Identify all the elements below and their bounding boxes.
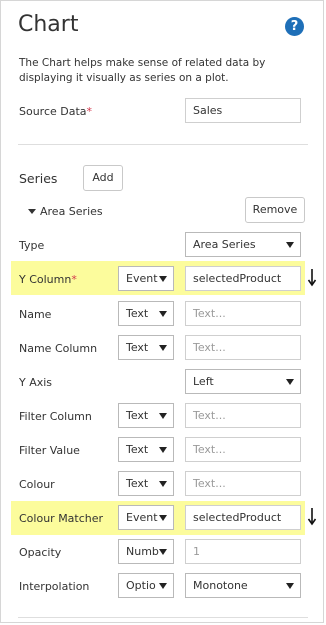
caret-down-icon [159, 276, 167, 282]
type-select[interactable]: Area Series [185, 232, 301, 257]
name-column-mode-value: Text [126, 341, 149, 354]
caret-down-icon [159, 549, 167, 555]
colour-matcher-input[interactable]: selectedProduct [185, 505, 301, 530]
panel-title: Chart [18, 12, 79, 37]
colour-input[interactable]: Text... [185, 471, 301, 496]
arrow-down-icon[interactable] [307, 507, 317, 527]
name-column-mode-select[interactable]: Text [118, 335, 174, 360]
opacity-mode-select[interactable]: Numb [118, 539, 174, 564]
triangle-down-icon[interactable] [28, 209, 36, 214]
area-series-toggle[interactable]: Area Series [40, 205, 103, 218]
divider [18, 617, 308, 618]
name-mode-value: Text [126, 307, 149, 320]
interpolation-mode-select[interactable]: Optio [118, 573, 174, 598]
source-data-input[interactable]: Sales [185, 98, 301, 123]
name-mode-select[interactable]: Text [118, 301, 174, 326]
remove-series-button[interactable]: Remove [245, 197, 305, 223]
colour-label: Colour [19, 478, 55, 491]
opacity-mode-value: Numb [126, 545, 159, 558]
filter-column-mode-value: Text [126, 409, 149, 422]
y-column-mode-select[interactable]: Event [118, 266, 174, 291]
colour-mode-select[interactable]: Text [118, 471, 174, 496]
opacity-label: Opacity [19, 546, 62, 559]
caret-down-icon [286, 583, 294, 589]
interpolation-label: Interpolation [19, 580, 90, 593]
colour-matcher-mode-select[interactable]: Event [118, 505, 174, 530]
required-mark: * [86, 105, 93, 118]
y-column-mode-value: Event [126, 272, 158, 285]
filter-value-mode-value: Text [126, 443, 149, 456]
caret-down-icon [159, 481, 167, 487]
colour-matcher-mode-value: Event [126, 511, 158, 524]
source-data-label: Source Data* [19, 105, 93, 118]
name-column-input[interactable]: Text... [185, 335, 301, 360]
interpolation-mode-value: Optio [126, 579, 156, 592]
filter-value-label: Filter Value [19, 444, 80, 457]
colour-mode-value: Text [126, 477, 149, 490]
caret-down-icon [159, 345, 167, 351]
caret-down-icon [159, 413, 167, 419]
interpolation-select[interactable]: Monotone [185, 573, 301, 598]
type-select-value: Area Series [193, 238, 256, 251]
filter-column-label: Filter Column [19, 410, 92, 423]
caret-down-icon [286, 379, 294, 385]
caret-down-icon [159, 447, 167, 453]
chart-panel: Chart ? The Chart helps make sense of re… [0, 0, 324, 623]
filter-column-mode-select[interactable]: Text [118, 403, 174, 428]
name-column-label: Name Column [19, 342, 98, 355]
caret-down-icon [159, 515, 167, 521]
panel-description: The Chart helps make sense of related da… [19, 57, 266, 84]
caret-down-icon [159, 583, 167, 589]
filter-value-input[interactable]: Text... [185, 437, 301, 462]
y-axis-select[interactable]: Left [185, 369, 301, 394]
y-axis-select-value: Left [193, 375, 214, 388]
y-column-input[interactable]: selectedProduct [185, 266, 301, 291]
filter-value-mode-select[interactable]: Text [118, 437, 174, 462]
series-label: Series [19, 171, 58, 186]
add-series-button[interactable]: Add [83, 165, 123, 191]
interpolation-select-value: Monotone [193, 579, 248, 592]
name-input[interactable]: Text... [185, 301, 301, 326]
required-mark: * [71, 273, 77, 286]
help-icon[interactable]: ? [285, 17, 304, 36]
colour-matcher-label: Colour Matcher [19, 512, 104, 525]
type-label: Type [19, 239, 45, 252]
arrow-down-icon[interactable] [307, 268, 317, 288]
opacity-input[interactable]: 1 [185, 539, 301, 564]
divider [18, 144, 308, 145]
filter-column-input[interactable]: Text... [185, 403, 301, 428]
caret-down-icon [159, 311, 167, 317]
y-axis-label: Y Axis [19, 376, 53, 389]
y-column-label: Y Column* [19, 273, 77, 286]
name-label: Name [19, 308, 52, 321]
caret-down-icon [286, 242, 294, 248]
